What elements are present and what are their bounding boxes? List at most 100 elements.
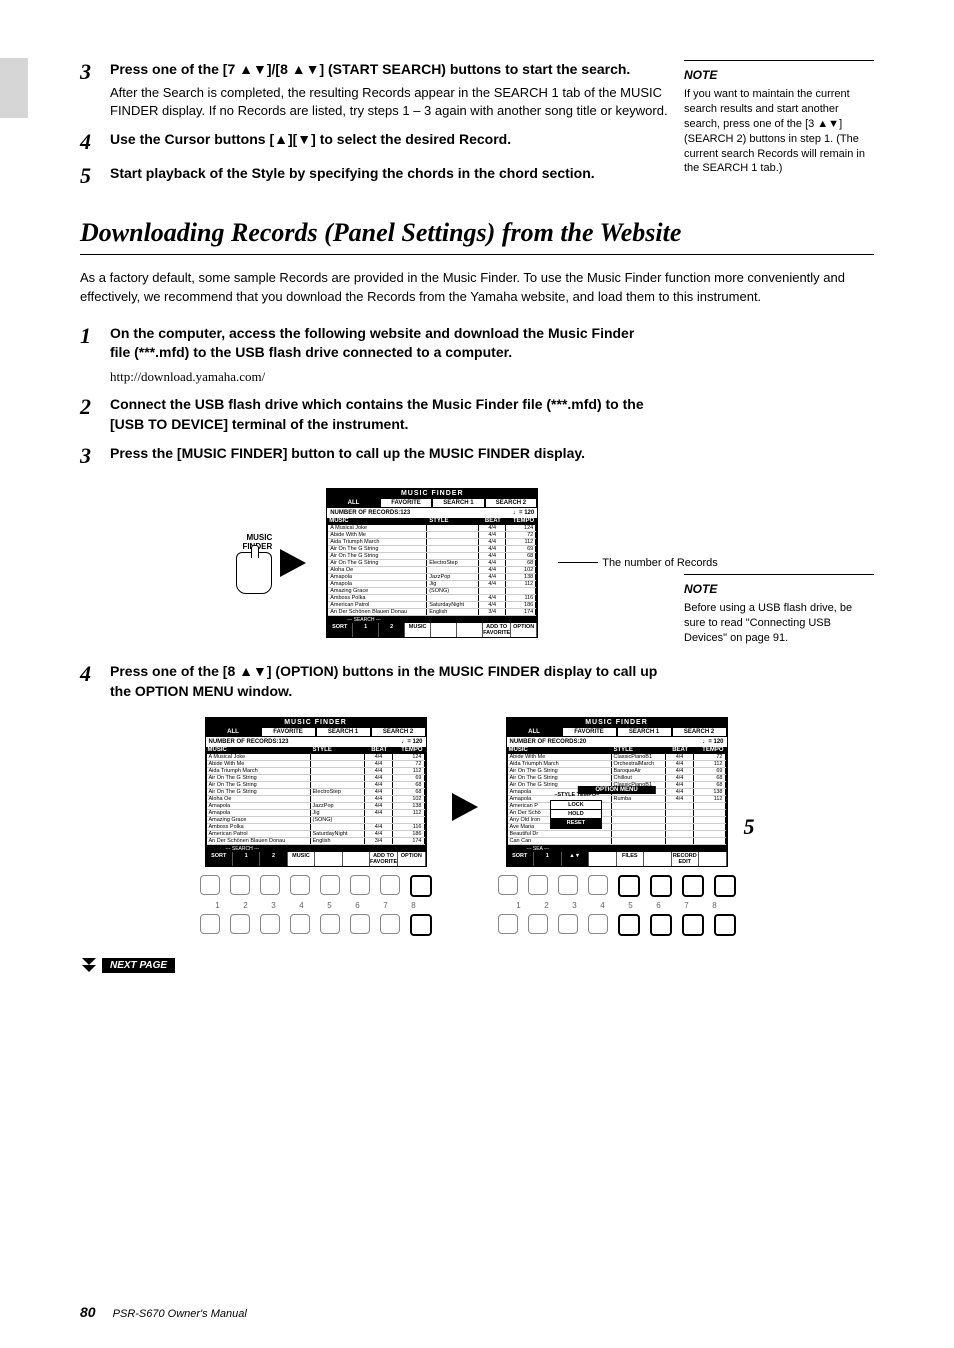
section-intro: As a factory default, some sample Record… [80, 269, 874, 305]
records-count: NUMBER OF RECORDS:123 [330, 510, 410, 516]
step-number: 4 [80, 130, 110, 154]
table-row: Abide With Me4/472 [328, 532, 536, 539]
screen-title: MUSIC FINDER [206, 718, 426, 727]
key-down [682, 914, 704, 936]
key-up [558, 875, 578, 895]
table-row: Abide With Me4/472 [207, 761, 425, 768]
footer-btn: OPTION [398, 852, 425, 866]
tempo-header: ♩= 120 [513, 510, 534, 516]
key-number: 6 [650, 901, 668, 910]
footer-btn: ADD TO FAVORITE [370, 852, 398, 866]
table-row: An Der Schönen Blauen DonauEnglish3/4174 [328, 609, 536, 616]
next-page-indicator: NEXT PAGE [80, 956, 175, 974]
note-body: If you want to maintain the current sear… [684, 87, 874, 176]
key-number: 4 [293, 901, 311, 910]
key-down [200, 914, 220, 934]
key-number: 5 [321, 901, 339, 910]
keypad-left: 12345678 [200, 875, 432, 936]
arrow-right-icon [452, 793, 478, 821]
step-heading: Connect the USB flash drive which contai… [110, 395, 654, 434]
key-up [410, 875, 432, 897]
key-number: 8 [405, 901, 423, 910]
step-number: 4 [80, 662, 110, 701]
table-row: Air On The G StringBaroqueAir4/469 [508, 768, 726, 775]
music-finder-screen: MUSIC FINDER ALLFAVORITESEARCH 1SEARCH 2… [326, 488, 538, 638]
table-row: Air On The G StringElectroStep4/468 [328, 560, 536, 567]
table-row: Amboss Polka4/4116 [207, 824, 425, 831]
table-row: An Der Schö [508, 810, 726, 817]
annotation-records: The number of Records [558, 557, 718, 570]
key-up [320, 875, 340, 895]
manual-title: PSR-S670 Owner's Manual [113, 1308, 247, 1320]
key-up [260, 875, 280, 895]
section-title: Downloading Records (Panel Settings) fro… [80, 218, 874, 255]
key-down [230, 914, 250, 934]
key-number: 4 [594, 901, 612, 910]
figure-option-menu: MUSIC FINDER ALLFAVORITE SEARCH 1 SEARCH 2… [80, 717, 874, 936]
key-down [350, 914, 370, 934]
footer-btn: ▲▼ [562, 852, 590, 866]
key-down [498, 914, 518, 934]
table-row: Aloha Oe4/4102 [207, 796, 425, 803]
footer-btn: ADD TO FAVORITE [483, 623, 511, 637]
key-down [650, 914, 672, 936]
screen-title: MUSIC FINDER [327, 489, 537, 498]
footer-btn [457, 623, 483, 637]
table-row: Abide With MeClassicPianoB14/472 [508, 754, 726, 761]
table-row: AmapolaJig4/4112 [207, 810, 425, 817]
key-up [588, 875, 608, 895]
key-number: 1 [209, 901, 227, 910]
key-down [260, 914, 280, 934]
step-number: 1 [80, 324, 110, 385]
key-up [290, 875, 310, 895]
table-row: American P [508, 803, 726, 810]
key-down [558, 914, 578, 934]
key-number: 2 [237, 901, 255, 910]
music-finder-screen-left: MUSIC FINDER ALLFAVORITESEARCH 1SEARCH 2… [205, 717, 427, 867]
page-footer: 80 PSR-S670 Owner's Manual [80, 1304, 247, 1320]
hand-icon [236, 552, 272, 594]
table-row: Air On The G StringChillout4/468 [508, 775, 726, 782]
table-row: American PatrolSaturdayNight4/4186 [328, 602, 536, 609]
key-up [230, 875, 250, 895]
table-row: Ave Maria [508, 824, 726, 831]
key-up [350, 875, 370, 895]
table-row: Air On The G StringElectroStep4/468 [207, 789, 425, 796]
footer-btn [589, 852, 617, 866]
table-row: Air On The G String4/468 [207, 782, 425, 789]
tab-search 1: SEARCH 1 [432, 498, 485, 508]
tempo-header: ♩= 120 [401, 739, 422, 745]
opt-lock: LOCK [551, 801, 601, 810]
step-heading: Press the [MUSIC FINDER] button to call … [110, 444, 654, 464]
key-down [290, 914, 310, 934]
records-count: NUMBER OF RECORDS:123 [209, 739, 289, 745]
footer-btn: SORT [327, 623, 353, 637]
table-row: American PatrolSaturdayNight4/4186 [207, 831, 425, 838]
step-heading: Press one of the [8 ▲▼] (OPTION) buttons… [110, 662, 674, 701]
footer-btn: 1 [353, 623, 379, 637]
table-row: Any Old Iron [508, 817, 726, 824]
table-row: AmapolaJazzPop4/4138 [207, 803, 425, 810]
tab-search 2: SEARCH 2 [371, 727, 426, 737]
key-number: 5 [622, 901, 640, 910]
opt-reset: RESET [551, 819, 601, 828]
key-number: 1 [510, 901, 528, 910]
callout-5: 5 [744, 814, 755, 840]
key-down [528, 914, 548, 934]
note-title: NOTE [684, 67, 874, 83]
opt-hold: HOLD [551, 810, 601, 819]
footer-btn [699, 852, 727, 866]
footer-btn [644, 852, 672, 866]
tab-search 1: SEARCH 1 [617, 727, 672, 737]
tab-favorite: FAVORITE [261, 727, 316, 737]
tab-all: ALL [206, 727, 261, 737]
footer-btn: SORT [507, 852, 535, 866]
keypad-right: 12345678 [498, 875, 736, 936]
table-row: AmapolaJig4/4112 [328, 581, 536, 588]
side-tab [0, 58, 28, 118]
key-down [410, 914, 432, 936]
style-tempo-label: –STYLE TEMPO– [554, 792, 599, 798]
arrow-right-icon [280, 549, 306, 577]
step-number: 3 [80, 444, 110, 468]
key-number: 6 [349, 901, 367, 910]
